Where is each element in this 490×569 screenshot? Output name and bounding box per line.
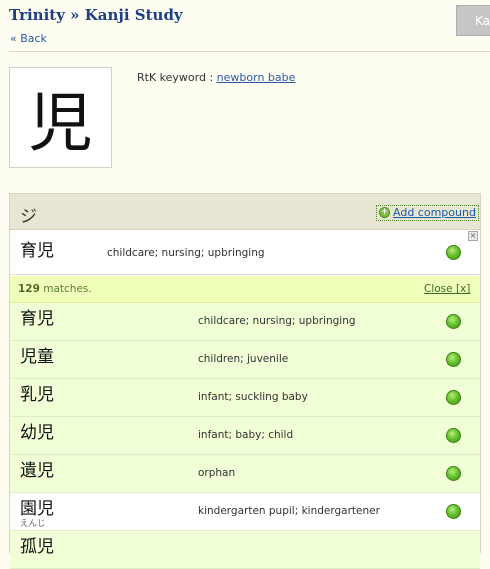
result-meaning: children; juvenile: [198, 353, 289, 365]
result-meaning: infant; baby; child: [198, 429, 294, 441]
top-right-button[interactable]: Ka: [456, 5, 490, 36]
compound-meaning: childcare; nursing; upbringing: [107, 247, 265, 259]
green-dot-icon[interactable]: [446, 428, 461, 443]
result-furigana: えんじ: [20, 519, 46, 529]
list-item[interactable]: 幼児 infant; baby; child: [10, 417, 480, 455]
green-dot-icon[interactable]: [446, 390, 461, 405]
keyword-label: RtK keyword :: [137, 71, 217, 84]
add-compound-button[interactable]: + Add compound: [376, 205, 479, 221]
close-icon[interactable]: ×: [468, 231, 478, 241]
breadcrumb-root[interactable]: Trinity: [9, 6, 65, 24]
result-word: 児童: [20, 347, 54, 367]
list-item[interactable]: 児童 children; juvenile: [10, 341, 480, 379]
close-matches-link[interactable]: Close [x]: [424, 283, 470, 295]
add-compound-label: Add compound: [393, 206, 476, 219]
result-meaning: kindergarten pupil; kindergartener: [198, 505, 380, 517]
header-divider: [9, 51, 490, 52]
page-header: Trinity » Kanji Study « Back Ka: [0, 0, 490, 52]
green-dot-icon[interactable]: [446, 504, 461, 519]
breadcrumb-separator: »: [70, 6, 80, 24]
result-word: 孤児: [20, 537, 54, 557]
page-title: Kanji Study: [84, 6, 183, 24]
result-meaning: childcare; nursing; upbringing: [198, 315, 356, 327]
green-dot-icon[interactable]: [446, 466, 461, 481]
green-dot-icon[interactable]: [446, 352, 461, 367]
plus-circle-icon: +: [379, 207, 390, 218]
green-dot-icon[interactable]: [446, 245, 461, 260]
panel-header: ジ + Add compound: [10, 194, 480, 230]
back-link[interactable]: « Back: [10, 32, 47, 45]
compound-word: 育児: [20, 241, 54, 261]
list-item[interactable]: 孤児: [10, 531, 480, 569]
result-word: 育児: [20, 309, 54, 329]
reading: ジ: [20, 207, 37, 227]
keyword-line: RtK keyword : newborn babe: [137, 71, 295, 84]
list-item[interactable]: 園児 えんじ kindergarten pupil; kindergartene…: [10, 493, 480, 531]
keyword-link[interactable]: newborn babe: [217, 71, 296, 84]
result-word: 遺児: [20, 461, 54, 481]
result-meaning: infant; suckling baby: [198, 391, 308, 403]
result-meaning: orphan: [198, 467, 236, 479]
kanji-display: 児: [9, 67, 112, 168]
result-word: 乳児: [20, 385, 54, 405]
result-word: 園児: [20, 499, 54, 519]
list-item[interactable]: 遺児 orphan: [10, 455, 480, 493]
matches-count: 129 matches.: [18, 283, 92, 295]
breadcrumb: Trinity » Kanji Study: [9, 6, 183, 24]
compounds-panel: ジ + Add compound 育児 childcare; nursing; …: [9, 193, 481, 569]
matches-bar: 129 matches. Close [x]: [10, 276, 480, 303]
result-word: 幼児: [20, 423, 54, 443]
selected-compound-row: 育児 childcare; nursing; upbringing: [10, 231, 480, 275]
list-item[interactable]: 乳児 infant; suckling baby: [10, 379, 480, 417]
green-dot-icon[interactable]: [446, 314, 461, 329]
list-item[interactable]: 育児 childcare; nursing; upbringing: [10, 303, 480, 341]
